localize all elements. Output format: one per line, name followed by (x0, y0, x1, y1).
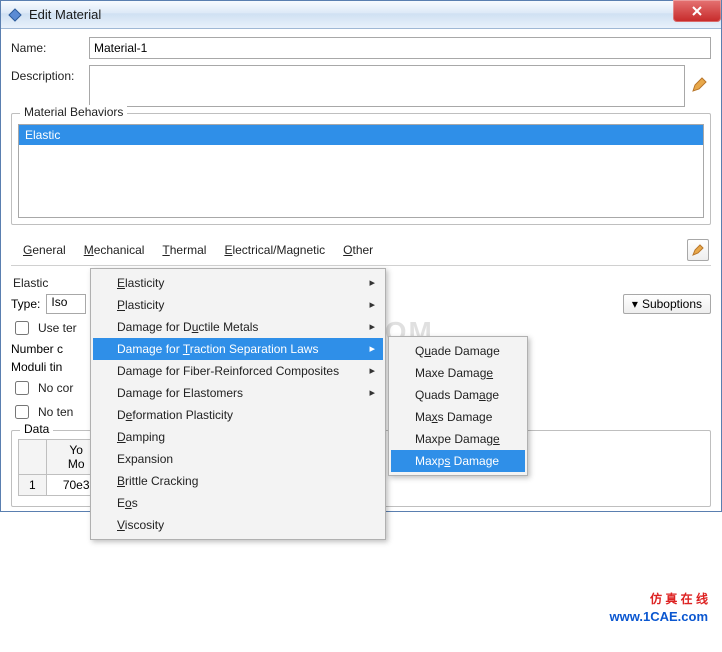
submenu-item[interactable]: Quads Damage (391, 384, 525, 406)
submenu-item[interactable]: Maxpe Damage (391, 428, 525, 450)
menu-item[interactable]: Eos (93, 492, 383, 514)
description-label: Description: (11, 65, 89, 83)
property-menubar: General Mechanical Thermal Electrical/Ma… (11, 239, 711, 266)
pencil-icon (692, 244, 704, 256)
menu-item[interactable]: Brittle Cracking (93, 470, 383, 492)
mechanical-menu[interactable]: ElasticityPlasticityDamage for Ductile M… (90, 268, 386, 540)
type-label: Type: (11, 297, 40, 311)
submenu-item[interactable]: Maxps Damage (391, 450, 525, 472)
menu-item[interactable]: Damage for Traction Separation Laws (93, 338, 383, 360)
type-select[interactable]: Iso (46, 294, 86, 314)
edit-description-button[interactable] (691, 77, 711, 96)
menu-other[interactable]: Other (343, 243, 373, 257)
titlebar[interactable]: Edit Material (1, 1, 721, 29)
behavior-item-elastic[interactable]: Elastic (19, 125, 703, 145)
submenu-item[interactable]: Maxe Damage (391, 362, 525, 384)
menu-item[interactable]: Expansion (93, 448, 383, 470)
close-button[interactable] (673, 0, 721, 22)
menu-item[interactable]: Elasticity (93, 272, 383, 294)
material-behaviors-label: Material Behaviors (20, 105, 127, 119)
data-group-label: Data (20, 422, 53, 436)
brand-url: www.1CAE.com (610, 608, 708, 626)
description-input[interactable] (89, 65, 685, 107)
traction-submenu[interactable]: Quade DamageMaxe DamageQuads DamageMaxs … (388, 336, 528, 476)
menu-electrical[interactable]: Electrical/Magnetic (224, 243, 325, 257)
name-label: Name: (11, 41, 89, 55)
menu-mechanical[interactable]: Mechanical (84, 243, 145, 257)
menu-item[interactable]: Damage for Ductile Metals (93, 316, 383, 338)
menu-item[interactable]: Plasticity (93, 294, 383, 316)
submenu-item[interactable]: Maxs Damage (391, 406, 525, 428)
menu-thermal[interactable]: Thermal (162, 243, 206, 257)
menu-item[interactable]: Damage for Elastomers (93, 382, 383, 404)
menu-item[interactable]: Damping (93, 426, 383, 448)
pencil-icon (691, 77, 707, 93)
menu-item[interactable]: Viscosity (93, 514, 383, 536)
submenu-item[interactable]: Quade Damage (391, 340, 525, 362)
brand-footer: 仿 真 在 线 www.1CAE.com (610, 590, 708, 626)
behaviors-list[interactable]: Elastic (18, 124, 704, 218)
window-title: Edit Material (29, 7, 101, 22)
delete-behavior-button[interactable] (687, 239, 709, 261)
close-icon (691, 5, 703, 17)
material-behaviors-group: Material Behaviors Elastic (11, 113, 711, 225)
name-input[interactable] (89, 37, 711, 59)
row-number: 1 (19, 475, 47, 496)
menu-general[interactable]: General (23, 243, 66, 257)
suboptions-button[interactable]: ▾ Suboptions (623, 294, 711, 314)
menu-item[interactable]: Deformation Plasticity (93, 404, 383, 426)
app-icon (7, 7, 23, 23)
chevron-down-icon: ▾ (632, 297, 638, 311)
menu-item[interactable]: Damage for Fiber-Reinforced Composites (93, 360, 383, 382)
brand-cn: 仿 真 在 线 (610, 590, 708, 608)
